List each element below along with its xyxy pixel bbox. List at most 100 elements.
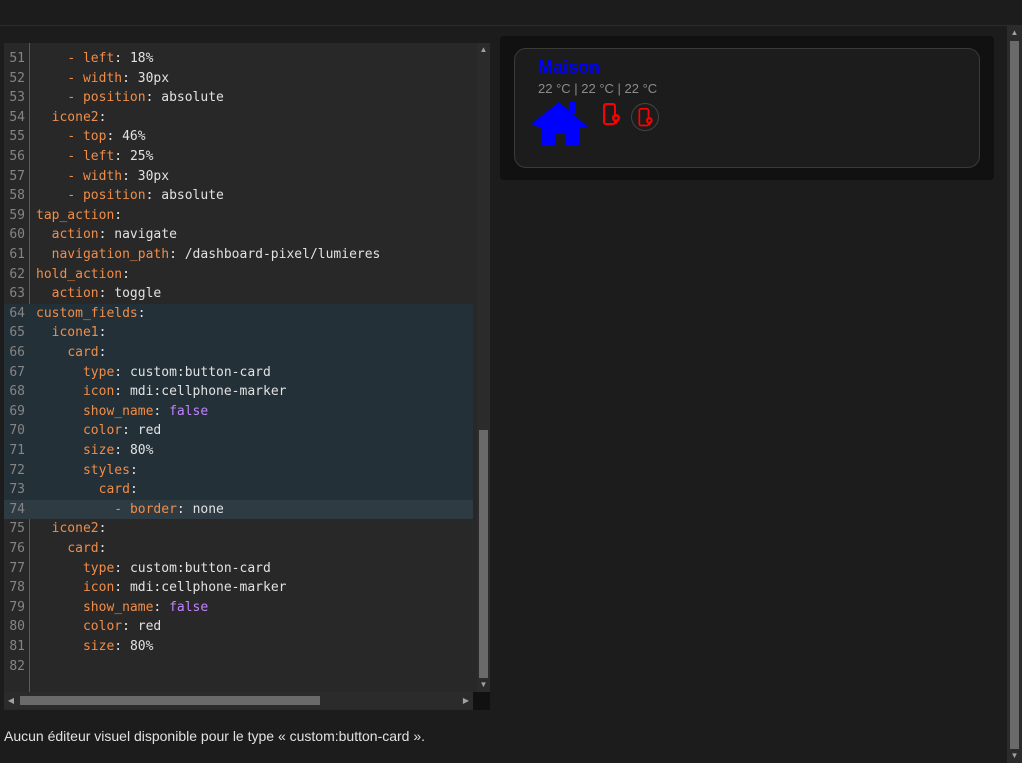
code-line[interactable]: 67 type: custom:button-card	[4, 362, 473, 383]
code-line[interactable]: 62 hold_action:	[4, 265, 473, 285]
code-line[interactable]: 79 show_name: false	[4, 598, 473, 618]
yaml-key: left	[82, 51, 115, 66]
scroll-left-arrow-icon[interactable]: ◀	[4, 692, 18, 709]
code-line[interactable]: 77 type: custom:button-card	[4, 559, 473, 579]
line-number: 61	[9, 247, 25, 262]
yaml-key: custom_fields	[36, 305, 138, 321]
code-line[interactable]: 80 color: red	[4, 617, 473, 637]
code-text: show_name: false	[82, 403, 209, 419]
card-preview: Maison 22 °C | 22 °C | 22 °C	[500, 36, 994, 180]
scrollbar-thumb[interactable]	[20, 696, 320, 705]
yaml-key: type	[82, 364, 115, 380]
code-line[interactable]: 69 show_name: false	[4, 401, 473, 422]
yaml-value: red	[137, 423, 162, 439]
cellphone-marker-icon[interactable]	[602, 103, 622, 132]
code-text: tap_action:	[36, 207, 123, 223]
yaml-key: icon	[82, 384, 115, 400]
code-text: icone2:	[51, 521, 107, 537]
scroll-down-arrow-icon[interactable]: ▼	[1007, 749, 1022, 763]
code-line[interactable]: 73 card:	[4, 480, 473, 500]
yaml-value: mdi:cellphone-marker	[129, 580, 287, 596]
yaml-value: absolute	[161, 90, 224, 106]
yaml-value: false	[169, 599, 209, 615]
code-line[interactable]: 65 icone1:	[4, 323, 473, 343]
code-line[interactable]: 66 card:	[4, 343, 473, 363]
yaml-key: top	[82, 129, 107, 145]
scroll-up-arrow-icon[interactable]: ▲	[477, 43, 490, 57]
code-line[interactable]: 82	[4, 657, 473, 677]
code-line[interactable]: 70 color: red	[4, 421, 473, 441]
yaml-value: 30px	[137, 168, 170, 184]
scrollbar-thumb[interactable]	[479, 430, 488, 678]
code-area[interactable]: 51 - left: 18% 52 - width: 30px 53 - posit…	[4, 43, 473, 692]
yaml-value: 46%	[122, 129, 146, 145]
yaml-value: 80%	[129, 639, 154, 654]
yaml-key: icone2	[51, 521, 99, 537]
code-text: icon: mdi:cellphone-marker	[82, 580, 287, 596]
code-line[interactable]: 51 - left: 18%	[4, 49, 473, 69]
line-number: 59	[9, 207, 25, 223]
code-line[interactable]: 61 navigation_path: /dashboard-pixel/lum…	[4, 245, 473, 265]
line-number: 80	[9, 619, 25, 635]
button-card[interactable]: Maison 22 °C | 22 °C | 22 °C	[514, 48, 980, 168]
code-line[interactable]: 64 custom_fields:	[4, 303, 473, 324]
code-line[interactable]: 60 action: navigate	[4, 225, 473, 245]
code-text: action: navigate	[51, 227, 177, 243]
scroll-up-arrow-icon[interactable]: ▲	[1007, 26, 1022, 40]
line-number: 62	[9, 266, 25, 282]
cellphone-marker-icon[interactable]	[631, 103, 659, 131]
dialog-scrollbar[interactable]: ▲ ▼	[1007, 26, 1022, 763]
code-line[interactable]: 58 - position: absolute	[4, 186, 473, 206]
code-line[interactable]: 63 action: toggle	[4, 284, 473, 304]
code-text: - left: 25%	[67, 149, 154, 164]
scroll-right-arrow-icon[interactable]: ▶	[459, 692, 473, 709]
code-line[interactable]: 75 icone2:	[4, 519, 473, 539]
code-text: - position: absolute	[67, 90, 224, 106]
line-number: 60	[9, 227, 25, 243]
code-text: color: red	[82, 619, 162, 635]
yaml-value: custom:button-card	[129, 560, 271, 576]
code-line[interactable]: 78 icon: mdi:cellphone-marker	[4, 578, 473, 598]
line-number: 70	[9, 423, 25, 439]
card-name: Maison	[538, 57, 601, 77]
code-line[interactable]: 54 icone2:	[4, 108, 473, 128]
line-number: 77	[9, 560, 25, 576]
code-line[interactable]: 52 - width: 30px	[4, 69, 473, 89]
code-text: navigation_path: /dashboard-pixel/lumier…	[51, 247, 381, 262]
yaml-key: width	[82, 168, 123, 184]
yaml-key: size	[82, 639, 115, 654]
code-line[interactable]: 68 icon: mdi:cellphone-marker	[4, 382, 473, 402]
editor-vertical-scrollbar[interactable]: ▲ ▼	[477, 43, 490, 692]
top-bar	[0, 0, 1022, 26]
yaml-key: show_name	[82, 599, 154, 615]
code-line[interactable]: 53 - position: absolute	[4, 88, 473, 108]
yaml-value: 80%	[129, 443, 154, 458]
yaml-value: 25%	[129, 149, 154, 164]
line-number: 74	[9, 501, 25, 517]
card-state: 22 °C | 22 °C | 22 °C	[538, 81, 658, 96]
code-line[interactable]: 74 - border: none	[4, 499, 473, 520]
editor-horizontal-scrollbar[interactable]: ◀ ▶	[4, 692, 473, 709]
scrollbar-thumb[interactable]	[1010, 41, 1019, 749]
code-line[interactable]: 55 - top: 46%	[4, 127, 473, 147]
code-line[interactable]: 81 size: 80%	[4, 637, 473, 657]
code-line[interactable]: 59 tap_action:	[4, 206, 473, 226]
code-line[interactable]: 72 styles:	[4, 460, 473, 481]
line-number: 68	[9, 384, 25, 400]
yaml-key: navigation_path	[51, 247, 170, 262]
code-line[interactable]: 56 - left: 25%	[4, 147, 473, 167]
code-text: type: custom:button-card	[82, 560, 271, 576]
yaml-key: icone1	[51, 325, 99, 341]
code-line[interactable]: 71 size: 80%	[4, 441, 473, 461]
code-line[interactable]: 57 - width: 30px	[4, 167, 473, 187]
line-number: 65	[9, 325, 25, 341]
yaml-key: size	[82, 443, 115, 458]
code-line[interactable]: 76 card:	[4, 539, 473, 559]
scroll-down-arrow-icon[interactable]: ▼	[477, 678, 490, 692]
yaml-key: type	[82, 560, 115, 576]
yaml-code-editor[interactable]: 51 - left: 18% 52 - width: 30px 53 - posit…	[4, 43, 490, 710]
yaml-key: position	[82, 188, 146, 204]
yaml-value: false	[169, 403, 209, 419]
yaml-key: tap_action	[36, 207, 115, 223]
line-number: 57	[9, 168, 25, 184]
